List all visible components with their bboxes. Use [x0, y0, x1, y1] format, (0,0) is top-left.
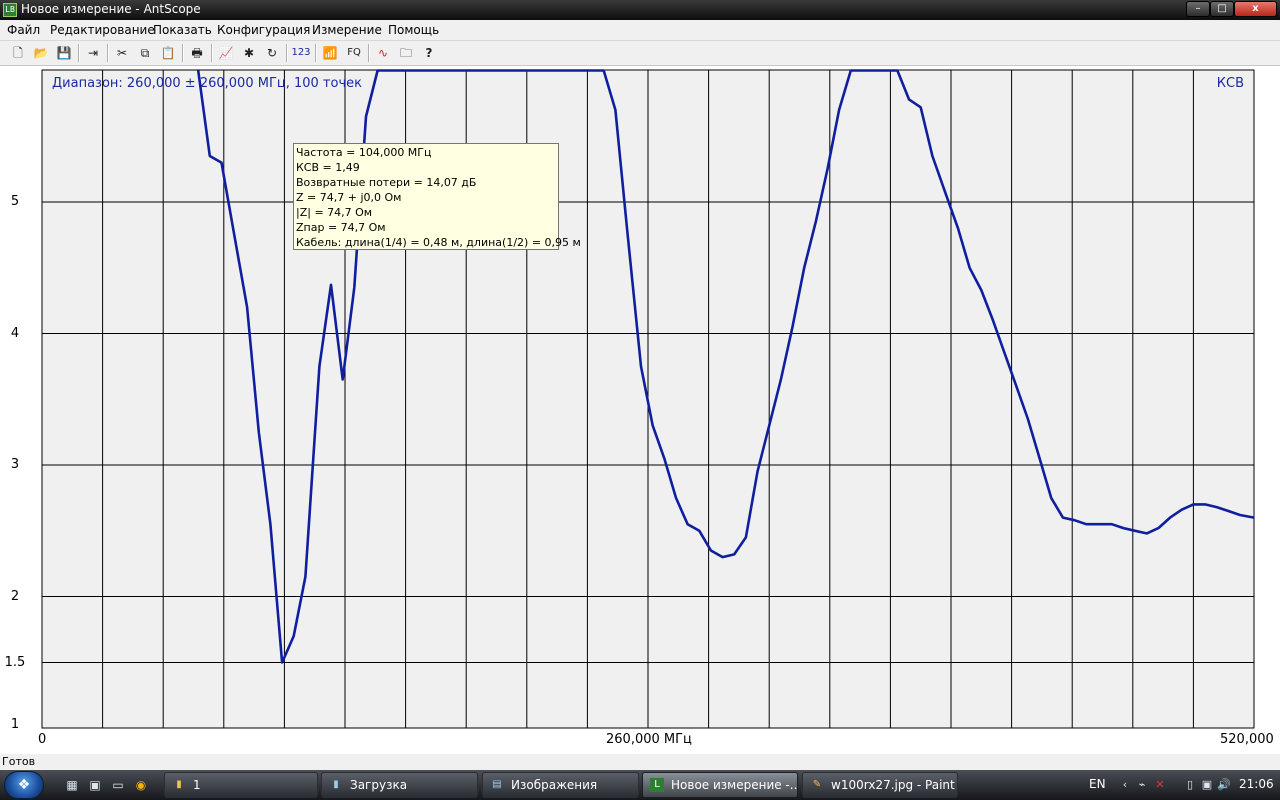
- refresh-icon[interactable]: ↻: [262, 43, 282, 63]
- toolbar-separator: [315, 44, 317, 62]
- task-label: Новое измерение -...: [671, 778, 798, 792]
- quicklaunch-desktop-icon[interactable]: ▭: [110, 777, 126, 793]
- swr-chart[interactable]: Диапазон: 260,000 ± 260,000 МГц, 100 точ…: [0, 66, 1280, 754]
- toolbar-separator: [78, 44, 80, 62]
- quicklaunch-switch-icon[interactable]: ▣: [87, 777, 103, 793]
- network-icon[interactable]: ⌁: [1134, 777, 1150, 793]
- toolbar-separator: [286, 44, 288, 62]
- markers-icon[interactable]: ✱: [239, 43, 259, 63]
- x-tick-label: 260,000 МГц: [606, 732, 692, 747]
- tooltip-parallel-impedance: Zпар = 74,7 Ом: [296, 221, 386, 234]
- cut-icon[interactable]: ✂: [112, 43, 132, 63]
- toolbar: 🗋 📂 💾 ⇥ ✂ ⧉ 📋 🖶 📈 ✱ ↻ 123 📶 FQ ∿ 🗀 ?: [0, 41, 1280, 66]
- y-tick-label: 2: [10, 589, 20, 604]
- taskbar-item-downloads[interactable]: ▮ Загрузка: [321, 772, 478, 798]
- window-title: Новое измерение - AntScope: [21, 2, 201, 16]
- task-label: Загрузка: [350, 778, 408, 792]
- menu-configuration[interactable]: Конфигурация: [217, 23, 310, 37]
- tooltip-impedance-magnitude: |Z| = 74,7 Ом: [296, 206, 373, 219]
- tooltip-return-loss: Возвратные потери = 14,07 дБ: [296, 176, 477, 189]
- paste-icon[interactable]: 📋: [158, 43, 178, 63]
- taskbar-item-folder-1[interactable]: ▮ 1: [164, 772, 318, 798]
- menu-measurement[interactable]: Измерение: [312, 23, 382, 37]
- copy-icon[interactable]: ⧉: [135, 43, 155, 63]
- menu-edit[interactable]: Редактирование: [50, 23, 155, 37]
- menu-help[interactable]: Помощь: [388, 23, 439, 37]
- menu-file[interactable]: Файл: [7, 23, 40, 37]
- tooltip-swr: КСВ = 1,49: [296, 161, 360, 174]
- task-label: w100rx27.jpg - Paint: [831, 778, 955, 792]
- y-tick-label: 3: [10, 457, 20, 472]
- tooltip-cable-length: Кабель: длина(1/4) = 0,48 м, длина(1/2) …: [296, 236, 581, 249]
- y-tick-label: 5: [10, 194, 20, 209]
- language-indicator[interactable]: EN: [1089, 777, 1106, 791]
- save-icon[interactable]: 💾: [54, 43, 74, 63]
- volume-icon[interactable]: 🔊: [1216, 777, 1232, 793]
- menu-bar: Файл Редактирование Показать Конфигураци…: [0, 20, 1280, 41]
- y-tick-label: 1: [10, 717, 20, 732]
- antscope-app-icon[interactable]: LB: [3, 3, 17, 17]
- maximize-button[interactable]: □: [1210, 1, 1234, 17]
- number-icon[interactable]: 123: [290, 43, 312, 63]
- folder-icon: ▮: [333, 779, 339, 790]
- windows-logo-icon: ❖: [17, 777, 31, 793]
- toolbar-separator: [368, 44, 370, 62]
- open-folder-icon[interactable]: 🗀: [396, 43, 416, 63]
- start-button[interactable]: ❖: [4, 771, 44, 799]
- new-icon[interactable]: 🗋: [8, 43, 28, 63]
- tooltip-impedance: Z = 74,7 + j0,0 Ом: [296, 191, 402, 204]
- chart-plot: [41, 69, 1255, 729]
- minimize-button[interactable]: –: [1186, 1, 1210, 17]
- task-label: 1: [193, 778, 201, 792]
- toolbar-separator: [182, 44, 184, 62]
- close-button[interactable]: x: [1234, 1, 1277, 17]
- x-tick-label: 0: [38, 732, 47, 747]
- status-text: Готов: [2, 755, 36, 768]
- status-bar: Готов: [0, 754, 1280, 770]
- toolbar-separator: [107, 44, 109, 62]
- quicklaunch-chrome-icon[interactable]: ◉: [133, 777, 149, 793]
- y-tick-label: 1.5: [4, 655, 26, 670]
- folder-icon: ▤: [492, 779, 502, 790]
- title-bar: LB Новое измерение - AntScope – □ x: [0, 0, 1280, 20]
- tooltip-frequency: Частота = 104,000 МГц: [296, 146, 432, 159]
- taskbar-item-paint[interactable]: ✎ w100rx27.jpg - Paint: [802, 772, 958, 798]
- export-icon[interactable]: ⇥: [83, 43, 103, 63]
- open-icon[interactable]: 📂: [31, 43, 51, 63]
- help-icon[interactable]: ?: [419, 43, 439, 63]
- tray-alert-icon[interactable]: ✕: [1152, 777, 1168, 793]
- menu-view[interactable]: Показать: [153, 23, 212, 37]
- toolbar-separator: [211, 44, 213, 62]
- taskbar-item-antscope[interactable]: L Новое измерение -...: [642, 772, 798, 798]
- clock: 21:06: [1239, 777, 1274, 791]
- antscope-icon: L: [650, 778, 664, 792]
- taskbar: ❖ ▦ ▣ ▭ ◉ ▮ 1 ▮ Загрузка ▤ Изображения L…: [0, 770, 1280, 800]
- taskbar-item-images[interactable]: ▤ Изображения: [482, 772, 639, 798]
- unit-label: КСВ: [1216, 76, 1244, 91]
- tray-device-icon[interactable]: ▯: [1182, 777, 1198, 793]
- frequency-icon[interactable]: FQ: [343, 43, 365, 63]
- print-icon[interactable]: 🖶: [187, 43, 207, 63]
- range-label: Диапазон: 260,000 ± 260,000 МГц, 100 точ…: [52, 76, 362, 91]
- tray-expand-icon[interactable]: ‹: [1117, 777, 1133, 793]
- paint-icon: ✎: [812, 779, 822, 790]
- waves-icon[interactable]: ∿: [373, 43, 393, 63]
- folder-icon: ▮: [176, 779, 182, 790]
- y-tick-label: 4: [10, 326, 20, 341]
- antenna-icon[interactable]: 📶: [320, 43, 340, 63]
- tray-monitor-icon[interactable]: ▣: [1199, 777, 1215, 793]
- x-tick-label: 520,000: [1220, 732, 1274, 747]
- chart-icon[interactable]: 📈: [216, 43, 236, 63]
- quicklaunch-calc-icon[interactable]: ▦: [64, 777, 80, 793]
- task-label: Изображения: [511, 778, 598, 792]
- measurement-tooltip: Частота = 104,000 МГц КСВ = 1,49 Возврат…: [293, 143, 581, 250]
